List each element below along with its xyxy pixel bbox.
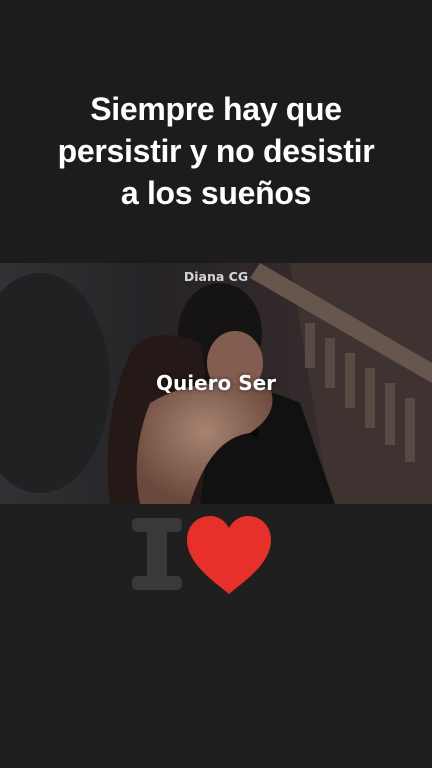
video-watermark: Diana CG [183, 269, 249, 284]
video-overlay-text: Quiero Ser [155, 371, 277, 395]
caption-text: Siempre hay que persistir y no desistir … [57, 91, 375, 211]
letter-i-icon [132, 518, 182, 590]
heart-icon [187, 516, 271, 594]
video-frame[interactable]: Diana CG Quiero Ser [0, 263, 432, 504]
